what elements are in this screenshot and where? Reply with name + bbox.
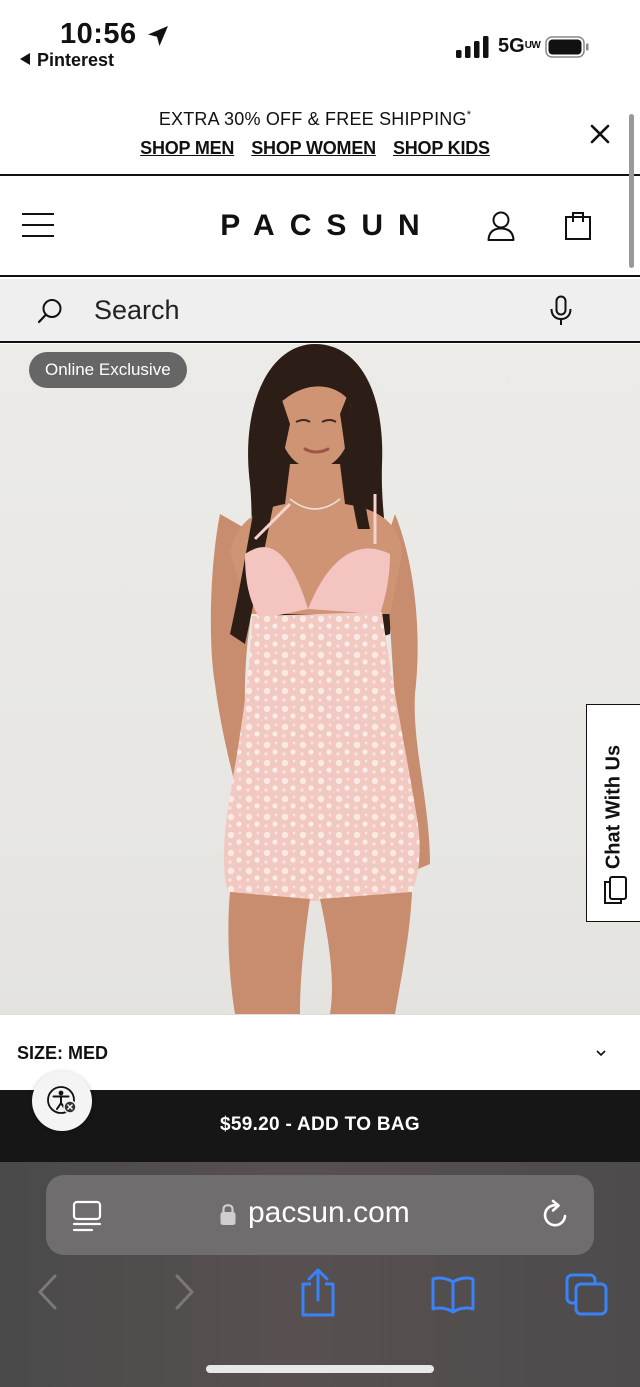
size-label-line: SIZE: MED: [17, 1043, 108, 1064]
close-icon[interactable]: [586, 120, 614, 148]
ios-status-bar: 10:56 Pinterest 5GUW: [0, 0, 640, 88]
reader-tabs-icon[interactable]: [72, 1199, 102, 1233]
accessibility-icon: [47, 1086, 77, 1114]
battery-icon: [545, 36, 589, 58]
promo-links: SHOP MEN SHOP WOMEN SHOP KIDS: [0, 138, 630, 159]
size-value: MED: [68, 1043, 109, 1063]
share-icon[interactable]: [298, 1268, 338, 1318]
size-selector[interactable]: SIZE: MED: [0, 1014, 640, 1090]
chat-icon: [604, 876, 627, 904]
location-arrow-icon: [148, 26, 168, 46]
accessibility-button[interactable]: [32, 1071, 92, 1131]
promo-banner: EXTRA 30% OFF & FREE SHIPPING* SHOP MEN …: [0, 100, 640, 176]
back-app-label: Pinterest: [37, 50, 115, 70]
chat-label: Chat With Us: [602, 744, 625, 870]
url-text: pacsun.com: [248, 1196, 410, 1229]
promo-text: EXTRA 30% OFF & FREE SHIPPING: [158, 109, 467, 129]
site-header: PACSUN: [0, 177, 640, 277]
back-triangle-icon: [20, 53, 30, 65]
shop-kids-link[interactable]: SHOP KIDS: [393, 138, 490, 158]
lock-icon: [220, 1204, 236, 1225]
shop-men-link[interactable]: SHOP MEN: [140, 138, 234, 158]
back-arrow-icon[interactable]: [34, 1272, 60, 1312]
tabs-overview-icon[interactable]: [564, 1272, 610, 1318]
promo-text-line: EXTRA 30% OFF & FREE SHIPPING*: [0, 109, 630, 130]
cellular-signal-icon: [456, 36, 489, 58]
site-logo[interactable]: PACSUN: [0, 209, 640, 243]
reload-icon[interactable]: [539, 1199, 571, 1231]
shop-women-link[interactable]: SHOP WOMEN: [251, 138, 376, 158]
product-image[interactable]: Online Exclusive Chat With Us: [0, 344, 640, 1014]
network-suffix: UW: [524, 40, 541, 51]
status-time: 10:56: [60, 18, 137, 50]
home-indicator[interactable]: [206, 1365, 434, 1373]
size-label: SIZE:: [17, 1043, 64, 1063]
search-bar: [0, 279, 640, 343]
address-bar[interactable]: pacsun.com: [46, 1175, 594, 1255]
chat-with-us-button[interactable]: Chat With Us: [586, 704, 640, 922]
network-label: 5G: [498, 35, 525, 57]
online-exclusive-badge: Online Exclusive: [29, 352, 187, 388]
browser-toolbar: pacsun.com: [0, 1162, 640, 1387]
add-to-bag-button[interactable]: $59.20 - ADD TO BAG: [0, 1090, 640, 1162]
network-indicator: 5GUW: [498, 35, 541, 58]
forward-arrow-icon[interactable]: [172, 1272, 198, 1312]
chevron-down-icon[interactable]: [594, 1047, 608, 1059]
shopping-bag-icon[interactable]: [563, 209, 593, 241]
bookmarks-icon[interactable]: [430, 1275, 476, 1315]
back-to-app-button[interactable]: Pinterest: [20, 50, 114, 71]
model-photo: [210, 344, 430, 1014]
account-icon[interactable]: [486, 210, 516, 242]
search-input[interactable]: [94, 293, 514, 327]
search-icon[interactable]: [36, 297, 64, 325]
microphone-icon[interactable]: [548, 295, 574, 327]
promo-asterisk: *: [466, 109, 472, 121]
